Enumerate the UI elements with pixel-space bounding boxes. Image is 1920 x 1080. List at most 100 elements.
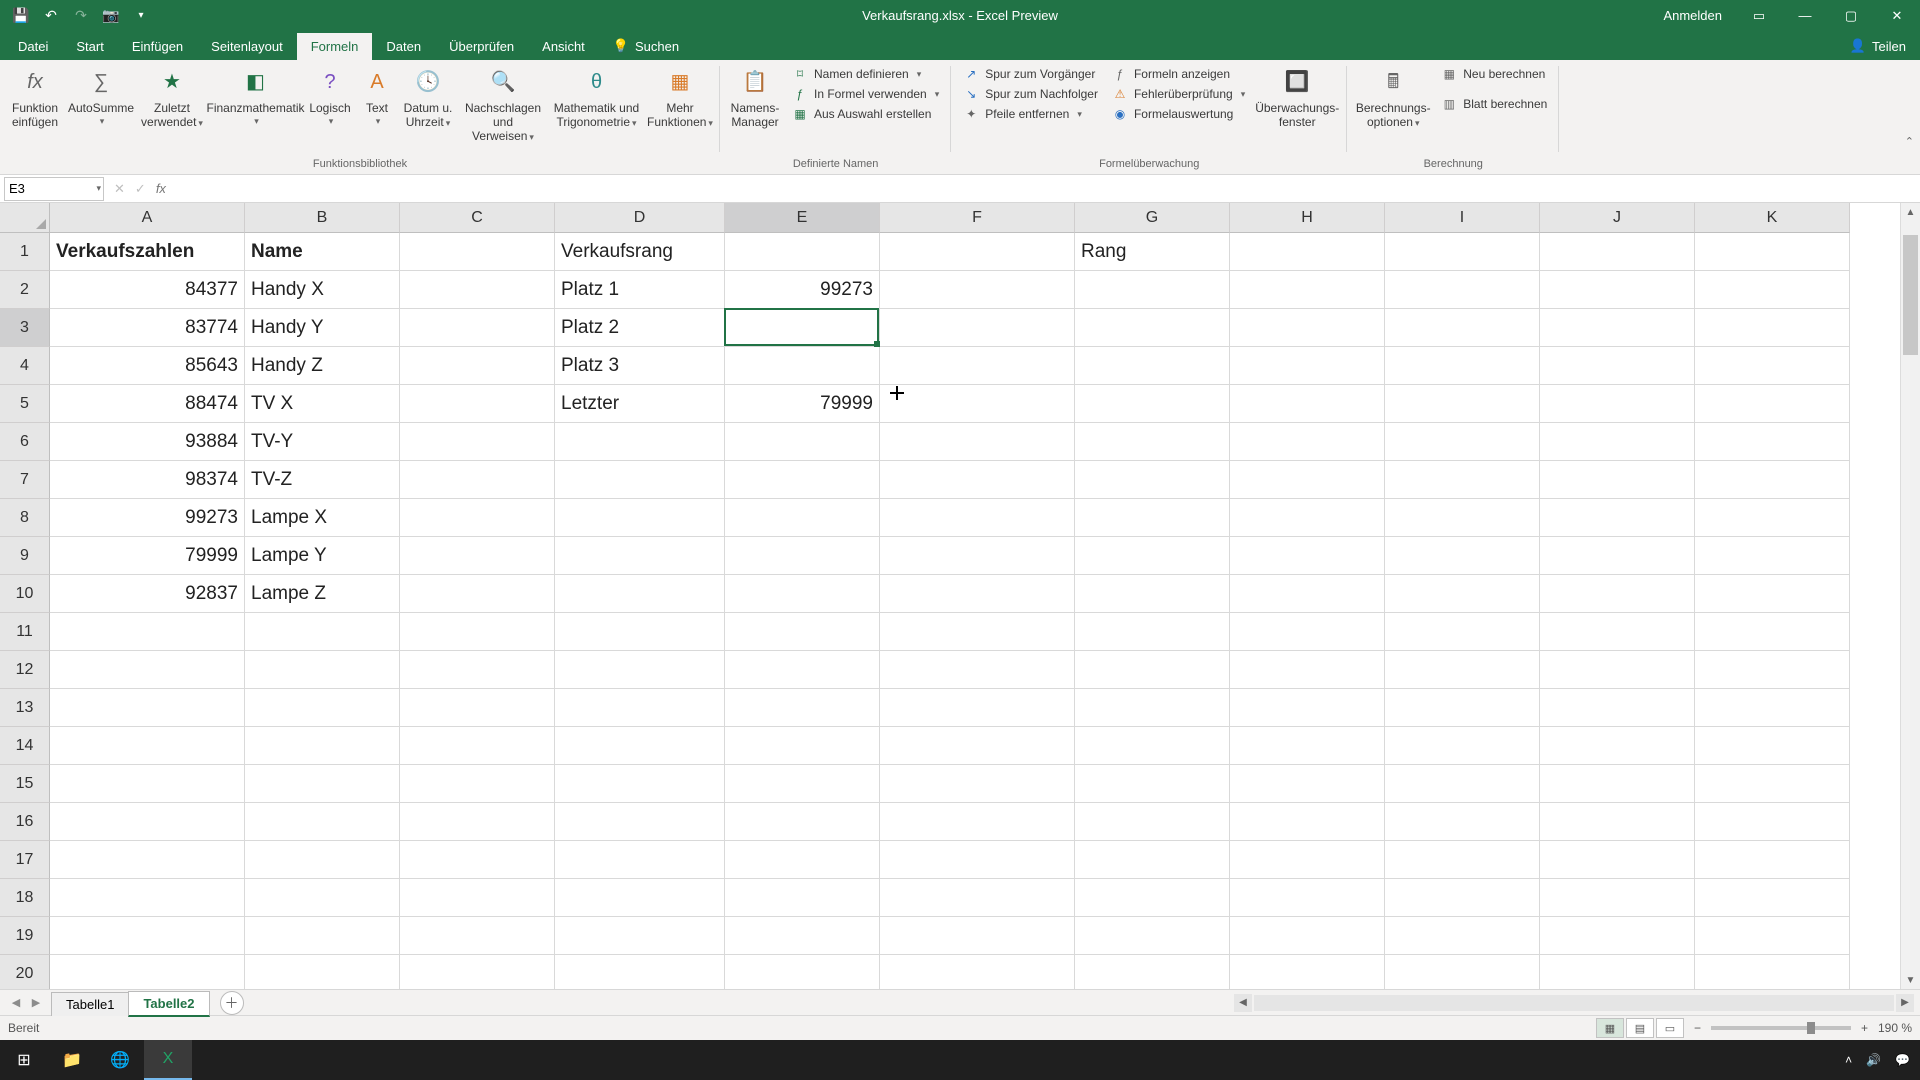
autosum-button[interactable]: ∑ AutoSumme ▾ xyxy=(66,62,136,130)
cell[interactable] xyxy=(1230,689,1385,727)
cell[interactable]: Handy Z xyxy=(245,347,400,385)
row-header[interactable]: 1 xyxy=(0,233,50,271)
cell[interactable] xyxy=(1385,385,1540,423)
tab-einfuegen[interactable]: Einfügen xyxy=(118,33,197,60)
cell[interactable] xyxy=(1075,841,1230,879)
row-header[interactable]: 4 xyxy=(0,347,50,385)
tab-ueberpruefen[interactable]: Überprüfen xyxy=(435,33,528,60)
file-explorer-icon[interactable]: 📁 xyxy=(48,1040,96,1080)
cell[interactable] xyxy=(880,765,1075,803)
cell[interactable] xyxy=(1695,499,1850,537)
column-header[interactable]: H xyxy=(1230,203,1385,233)
cell[interactable] xyxy=(1230,613,1385,651)
cell[interactable] xyxy=(1540,879,1695,917)
cell[interactable]: Lampe Z xyxy=(245,575,400,613)
cell[interactable] xyxy=(725,879,880,917)
name-box[interactable]: E3 ▾ xyxy=(4,177,104,201)
page-break-view-button[interactable]: ▭ xyxy=(1656,1018,1684,1038)
cell[interactable] xyxy=(1695,917,1850,955)
cell[interactable] xyxy=(1385,499,1540,537)
cell[interactable]: TV-Z xyxy=(245,461,400,499)
calculate-sheet-button[interactable]: ▥Blatt berechnen xyxy=(1439,94,1549,114)
cell[interactable] xyxy=(1385,537,1540,575)
cell[interactable] xyxy=(1230,461,1385,499)
row-header[interactable]: 15 xyxy=(0,765,50,803)
cell[interactable] xyxy=(1695,841,1850,879)
cell[interactable] xyxy=(1385,803,1540,841)
cell[interactable] xyxy=(245,879,400,917)
cell[interactable] xyxy=(245,955,400,989)
row-header[interactable]: 9 xyxy=(0,537,50,575)
cell[interactable] xyxy=(1075,727,1230,765)
cell[interactable] xyxy=(1075,461,1230,499)
cell[interactable] xyxy=(1695,575,1850,613)
cell[interactable] xyxy=(1540,803,1695,841)
cell[interactable]: 92837 xyxy=(50,575,245,613)
cell[interactable] xyxy=(555,613,725,651)
cell[interactable] xyxy=(1075,271,1230,309)
cell[interactable] xyxy=(555,917,725,955)
cell[interactable] xyxy=(1075,651,1230,689)
normal-view-button[interactable]: ▦ xyxy=(1596,1018,1624,1038)
cell[interactable] xyxy=(1540,575,1695,613)
cell[interactable] xyxy=(1075,537,1230,575)
row-header[interactable]: 17 xyxy=(0,841,50,879)
calculate-now-button[interactable]: ▦Neu berechnen xyxy=(1439,64,1549,84)
minimize-icon[interactable]: — xyxy=(1782,0,1828,31)
cell[interactable] xyxy=(1385,575,1540,613)
cell[interactable] xyxy=(1075,347,1230,385)
cell[interactable] xyxy=(1075,689,1230,727)
cell[interactable]: Lampe Y xyxy=(245,537,400,575)
cell[interactable] xyxy=(880,537,1075,575)
financial-button[interactable]: ◧ Finanzmathematik ▾ xyxy=(208,62,303,130)
cell[interactable] xyxy=(1385,309,1540,347)
cell[interactable] xyxy=(725,461,880,499)
worksheet-grid[interactable]: ABCDEFGHIJK 1234567891011121314151617181… xyxy=(0,203,1920,989)
cell[interactable] xyxy=(50,651,245,689)
cell[interactable] xyxy=(245,689,400,727)
cell[interactable] xyxy=(1075,613,1230,651)
column-header[interactable]: K xyxy=(1695,203,1850,233)
cell[interactable] xyxy=(555,803,725,841)
cell[interactable] xyxy=(725,499,880,537)
cell[interactable] xyxy=(1230,233,1385,271)
cell[interactable] xyxy=(880,423,1075,461)
lookup-button[interactable]: 🔍 Nachschlagen und Verweisen▾ xyxy=(459,62,547,147)
cell[interactable] xyxy=(400,499,555,537)
cell[interactable] xyxy=(50,803,245,841)
cell[interactable] xyxy=(400,879,555,917)
cell[interactable] xyxy=(1230,841,1385,879)
row-header[interactable]: 2 xyxy=(0,271,50,309)
cell[interactable] xyxy=(1695,803,1850,841)
cell[interactable] xyxy=(1385,689,1540,727)
cell[interactable]: 83774 xyxy=(50,309,245,347)
row-header[interactable]: 3 xyxy=(0,309,50,347)
cell[interactable] xyxy=(1230,423,1385,461)
row-header[interactable]: 12 xyxy=(0,651,50,689)
cell[interactable] xyxy=(400,651,555,689)
cell[interactable] xyxy=(400,461,555,499)
tab-start[interactable]: Start xyxy=(62,33,117,60)
cell[interactable] xyxy=(555,841,725,879)
cell[interactable] xyxy=(400,271,555,309)
cell[interactable] xyxy=(245,917,400,955)
insert-function-icon[interactable]: fx xyxy=(156,181,166,196)
formula-input[interactable] xyxy=(176,177,1920,201)
share-button[interactable]: 👤 Teilen xyxy=(1836,32,1920,60)
cell[interactable] xyxy=(1540,841,1695,879)
create-from-selection-button[interactable]: ▦Aus Auswahl erstellen xyxy=(790,104,941,124)
cell[interactable]: 85643 xyxy=(50,347,245,385)
cell[interactable] xyxy=(555,651,725,689)
cell[interactable]: TV X xyxy=(245,385,400,423)
cell[interactable] xyxy=(555,423,725,461)
cell[interactable] xyxy=(1540,309,1695,347)
cell[interactable] xyxy=(725,955,880,989)
cell[interactable] xyxy=(1695,613,1850,651)
cell[interactable] xyxy=(1695,765,1850,803)
cell[interactable] xyxy=(1695,423,1850,461)
cell[interactable] xyxy=(245,727,400,765)
cell[interactable] xyxy=(1385,233,1540,271)
horizontal-scrollbar[interactable]: ◀ ▶ xyxy=(1234,994,1920,1012)
cell[interactable] xyxy=(1695,689,1850,727)
row-header[interactable]: 10 xyxy=(0,575,50,613)
